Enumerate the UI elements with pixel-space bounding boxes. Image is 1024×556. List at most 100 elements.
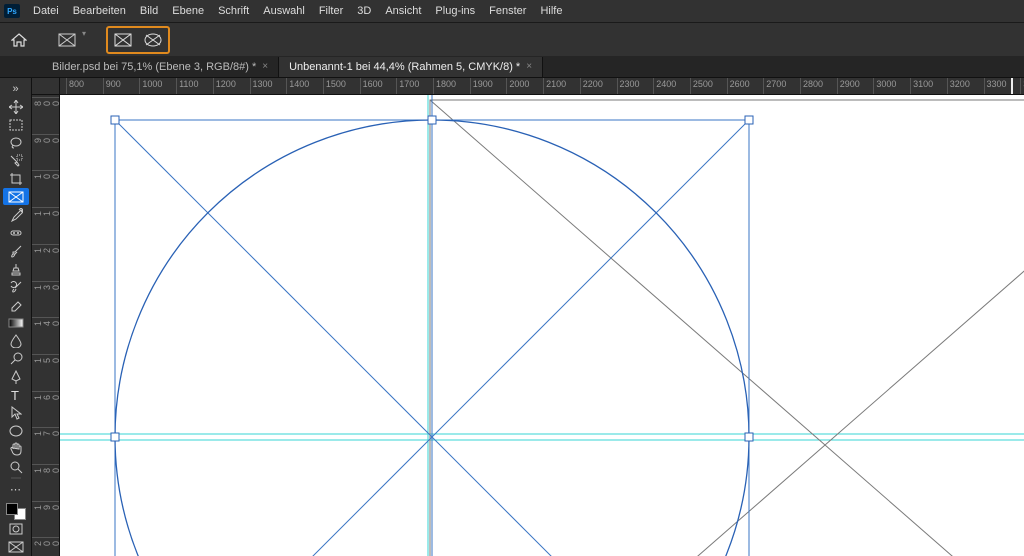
- move-tool[interactable]: [3, 98, 29, 115]
- ruler-tick: 800: [32, 97, 60, 98]
- pen-tool[interactable]: [3, 368, 29, 385]
- home-icon: [11, 33, 27, 47]
- frame-shape-options-highlight: [106, 26, 170, 54]
- menu-ansicht[interactable]: Ansicht: [378, 0, 428, 22]
- selected-frame[interactable]: [111, 95, 753, 556]
- fg-bg-swatch[interactable]: [6, 503, 26, 520]
- lasso-tool[interactable]: [3, 134, 29, 151]
- ruler-tick: 800: [66, 78, 67, 95]
- close-icon[interactable]: ×: [526, 57, 532, 77]
- menu-fenster[interactable]: Fenster: [482, 0, 533, 22]
- ruler-tick: 1600: [360, 78, 361, 95]
- ruler-tick: 1000: [32, 170, 60, 171]
- eyedropper-tool[interactable]: [3, 206, 29, 223]
- ruler-tick: 1700: [396, 78, 397, 95]
- menu-bearbeiten[interactable]: Bearbeiten: [66, 0, 133, 22]
- menu-datei[interactable]: Datei: [26, 0, 66, 22]
- hand-tool[interactable]: [3, 440, 29, 457]
- toolbox: » T ⋯: [0, 78, 32, 556]
- ruler-tick: 3100: [910, 78, 911, 95]
- ruler-tick: 2000: [32, 537, 60, 538]
- ruler-tick: 1300: [32, 281, 60, 282]
- menu-bild[interactable]: Bild: [133, 0, 165, 22]
- brush-tool[interactable]: [3, 242, 29, 259]
- menu-auswahl[interactable]: Auswahl: [256, 0, 312, 22]
- frame-rectangular-button[interactable]: [110, 29, 136, 51]
- ruler-tick: 900: [32, 134, 60, 135]
- canvas[interactable]: [60, 95, 1024, 556]
- app-badge: Ps: [4, 4, 20, 18]
- ruler-tick: 1100: [176, 78, 177, 95]
- ruler-tick: 1500: [32, 354, 60, 355]
- ruler-tick: 1100: [32, 207, 60, 208]
- ruler-tick: 1400: [32, 317, 60, 318]
- path-select-tool[interactable]: [3, 404, 29, 421]
- frame-elliptical-button[interactable]: [140, 29, 166, 51]
- ruler-tick: 2300: [617, 78, 618, 95]
- ruler-tick: 1000: [139, 78, 140, 95]
- ruler-tick: 3300: [984, 78, 985, 95]
- frame-tool-indicator[interactable]: [54, 29, 80, 51]
- crop-tool[interactable]: [3, 170, 29, 187]
- ruler-tick: 3200: [947, 78, 948, 95]
- ruler-tick: 1600: [32, 391, 60, 392]
- menu-bar: Ps DateiBearbeitenBildEbeneSchriftAuswah…: [0, 0, 1024, 22]
- dodge-tool[interactable]: [3, 350, 29, 367]
- tab-label: Unbenannt-1 bei 44,4% (Rahmen 5, CMYK/8)…: [289, 57, 520, 77]
- home-button[interactable]: [6, 29, 32, 51]
- ruler-tick: 2100: [543, 78, 544, 95]
- blur-tool[interactable]: [3, 332, 29, 349]
- frame-tool[interactable]: [3, 188, 29, 205]
- ruler-tick: 2900: [837, 78, 838, 95]
- gradient-tool[interactable]: [3, 314, 29, 331]
- ruler-tick: 1200: [32, 244, 60, 245]
- healing-tool[interactable]: [3, 224, 29, 241]
- tab-label: Bilder.psd bei 75,1% (Ebene 3, RGB/8#) *: [52, 57, 256, 77]
- ruler-tick: 1300: [250, 78, 251, 95]
- ruler-horizontal[interactable]: 8009001000110012001300140015001600170018…: [60, 78, 1024, 95]
- frame-rect-icon: [58, 33, 76, 47]
- ruler-origin[interactable]: [32, 78, 60, 95]
- ruler-tick: 1400: [286, 78, 287, 95]
- ruler-vertical[interactable]: 800 900 1000 1100 1200 1300 1400 1500 1600 1700 18…: [32, 95, 60, 556]
- menu-filter[interactable]: Filter: [312, 0, 350, 22]
- ruler-tick: 2700: [763, 78, 764, 95]
- expand-toolbox-button[interactable]: »: [3, 80, 29, 97]
- frame-circle-icon: [144, 33, 162, 47]
- screenmode-button[interactable]: [3, 539, 29, 556]
- ruler-tick: 900: [103, 78, 104, 95]
- menu-schrift[interactable]: Schrift: [211, 0, 256, 22]
- close-icon[interactable]: ×: [262, 57, 268, 77]
- stamp-tool[interactable]: [3, 260, 29, 277]
- ruler-cursor-mark: [1011, 78, 1013, 95]
- menu-plug-ins[interactable]: Plug-ins: [428, 0, 482, 22]
- menu-3d[interactable]: 3D: [350, 0, 378, 22]
- ruler-tick: 2500: [690, 78, 691, 95]
- ruler-tick: 1200: [213, 78, 214, 95]
- document-tab[interactable]: Bilder.psd bei 75,1% (Ebene 3, RGB/8#) *…: [42, 57, 279, 77]
- ruler-tick: 2400: [653, 78, 654, 95]
- ruler-tick: 1700: [32, 427, 60, 428]
- eraser-tool[interactable]: [3, 296, 29, 313]
- quick-select-tool[interactable]: [3, 152, 29, 169]
- menu-hilfe[interactable]: Hilfe: [533, 0, 569, 22]
- document-tab[interactable]: Unbenannt-1 bei 44,4% (Rahmen 5, CMYK/8)…: [279, 57, 543, 77]
- chevron-down-icon[interactable]: ▾: [82, 29, 86, 51]
- edit-toolbar-button[interactable]: ⋯: [3, 481, 29, 498]
- menu-ebene[interactable]: Ebene: [165, 0, 211, 22]
- svg-text:T: T: [11, 389, 19, 401]
- ruler-tick: 2600: [727, 78, 728, 95]
- ruler-tick: 1800: [32, 464, 60, 465]
- zoom-tool[interactable]: [3, 458, 29, 475]
- history-brush-tool[interactable]: [3, 278, 29, 295]
- ruler-tick: 1900: [32, 501, 60, 502]
- ruler-tick: 2000: [506, 78, 507, 95]
- frame-rect-icon: [114, 33, 132, 47]
- quickmask-button[interactable]: [3, 521, 29, 538]
- type-tool[interactable]: T: [3, 386, 29, 403]
- marquee-tool[interactable]: [3, 116, 29, 133]
- canvas-content: [60, 95, 1024, 556]
- ruler-tick: 2800: [800, 78, 801, 95]
- shape-tool[interactable]: [3, 422, 29, 439]
- ruler-tick: 1500: [323, 78, 324, 95]
